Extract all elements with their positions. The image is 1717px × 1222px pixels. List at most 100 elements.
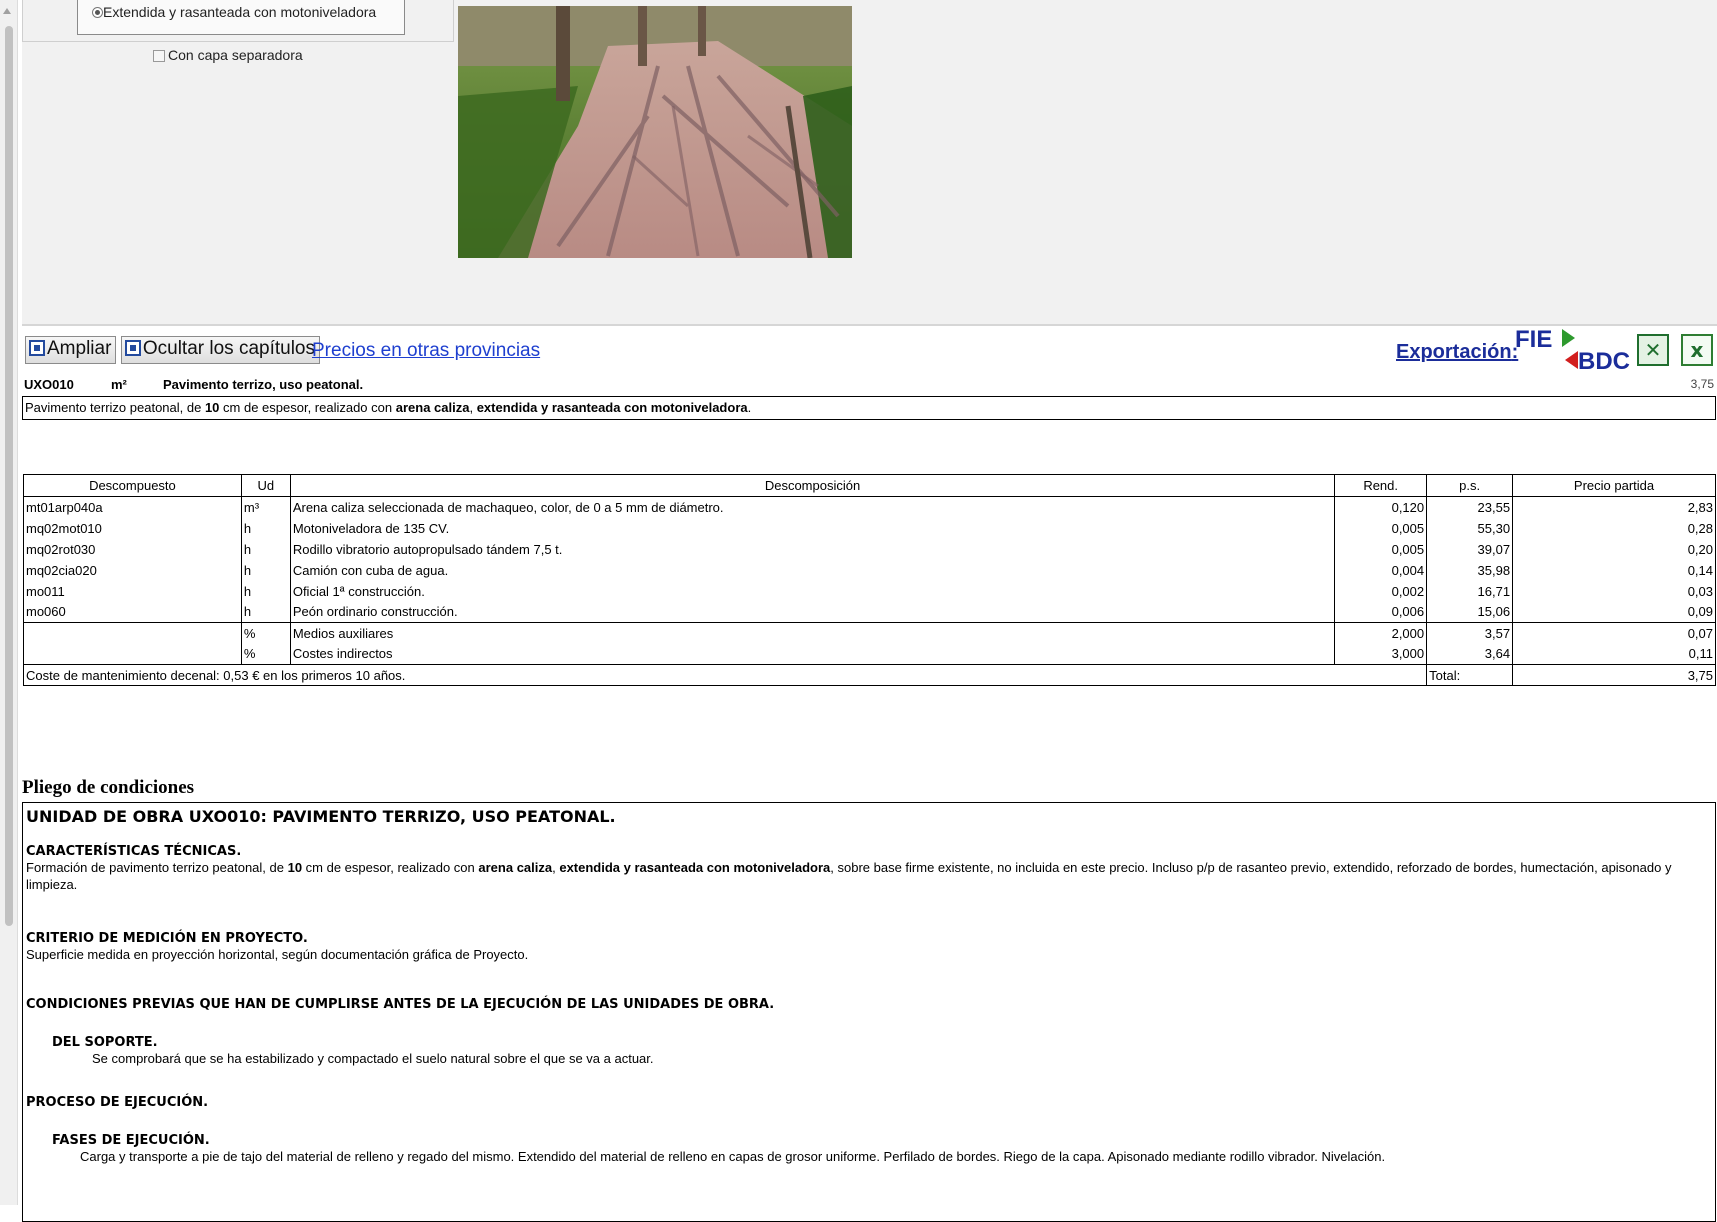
radio-label: Extendida y rasanteada con motonivelador…	[103, 4, 377, 20]
col-descompuesto: Descompuesto	[23, 474, 242, 497]
unit-measure: m²	[111, 377, 127, 392]
bold-fragment: extendida y rasanteada con motonivelador…	[559, 860, 831, 875]
fie-logo-text: FIE	[1515, 326, 1552, 353]
total-label: Total:	[1426, 664, 1514, 686]
phases-text: Carga y transporte a pie de tajo del mat…	[80, 1149, 1386, 1164]
cell-desc: Motoniveladora de 135 CV.	[289, 517, 1336, 539]
cell-price: 0,03	[1512, 580, 1716, 602]
cell-code	[23, 643, 242, 665]
cell-ud: h	[240, 559, 291, 581]
bold-fragment: extendida y rasanteada con motonivelador…	[476, 400, 748, 415]
cell-ud: m³	[240, 496, 291, 518]
cell-price: 0,20	[1512, 538, 1716, 560]
cell-rend: 2,000	[1334, 622, 1428, 644]
cell-code	[23, 622, 242, 644]
unit-header: UXO010 m² Pavimento terrizo, uso peatona…	[24, 377, 1716, 395]
checkbox-label: Con capa separadora	[168, 47, 303, 63]
text-fragment: Formación de pavimento terrizo peatonal,…	[26, 860, 288, 875]
product-photo	[458, 6, 852, 258]
spreadsheet-export-icon[interactable]: x	[1681, 334, 1713, 366]
radio-option-extendida[interactable]: Extendida y rasanteada con motonivelador…	[77, 0, 405, 35]
cell-rend: 0,005	[1334, 538, 1428, 560]
cell-desc: Camión con cuba de agua.	[289, 559, 1336, 581]
checkbox-icon[interactable]	[153, 50, 165, 62]
park-path-image	[458, 6, 852, 258]
tech-text: Formación de pavimento terrizo peatonal,…	[26, 859, 1712, 893]
cell-rend: 0,005	[1334, 517, 1428, 539]
table-row: mo060 h Peón ordinario construcción. 0,006 1…	[23, 601, 1716, 623]
cell-rend: 0,120	[1334, 496, 1428, 518]
col-precio-partida: Precio partida	[1512, 474, 1716, 497]
cell-desc: Costes indirectos	[289, 643, 1336, 665]
cell-desc: Oficial 1ª construcción.	[289, 580, 1336, 602]
precios-otras-provincias-link[interactable]: Precios en otras provincias	[312, 340, 540, 362]
cell-ps: 16,71	[1426, 580, 1514, 602]
cell-code: mo011	[23, 580, 242, 602]
cell-desc: Peón ordinario construcción.	[289, 601, 1336, 623]
checkbox-capa-separadora[interactable]: Con capa separadora	[153, 47, 303, 63]
cell-ud: %	[240, 622, 291, 644]
text-fragment: cm de espesor, realizado con	[302, 860, 479, 875]
cell-code: mq02rot030	[23, 538, 242, 560]
ampliar-button[interactable]: Ampliar	[25, 336, 117, 364]
cell-ps: 39,07	[1426, 538, 1514, 560]
bold-fragment: 10	[287, 860, 303, 875]
toolbar: Ampliar Ocultar los capítulos	[25, 336, 320, 364]
table-row: % Costes indirectos 3,000 3,64 0,11	[23, 643, 1716, 665]
ampliar-label: Ampliar	[47, 338, 112, 359]
col-ps: p.s.	[1426, 474, 1514, 497]
cell-ud: h	[240, 538, 291, 560]
bold-fragment: 10	[204, 400, 220, 415]
cell-code: mo060	[23, 601, 242, 623]
unit-code: UXO010	[24, 377, 74, 392]
ocultar-capitulos-button[interactable]: Ocultar los capítulos	[120, 336, 320, 364]
text-fragment: Pavimento terrizo peatonal, de	[25, 400, 205, 415]
cell-price: 0,11	[1512, 643, 1716, 665]
cell-code: mq02cia020	[23, 559, 242, 581]
cell-rend: 0,004	[1334, 559, 1428, 581]
cell-price: 2,83	[1512, 496, 1716, 518]
excel-export-icon[interactable]: ✕	[1637, 334, 1669, 366]
cell-ps: 23,55	[1426, 496, 1514, 518]
table-header-row: Descompuesto Ud Descomposición Rend. p.s…	[23, 474, 1716, 497]
unit-price: 3,75	[1690, 377, 1714, 391]
table-row: mo011 h Oficial 1ª construcción. 0,002 16,71…	[23, 580, 1716, 602]
cell-rend: 3,000	[1334, 643, 1428, 665]
bdc-logo-text: BDC	[1578, 348, 1630, 373]
document-icon	[124, 340, 141, 356]
unit-title: Pavimento terrizo, uso peatonal.	[163, 377, 364, 392]
cell-ud: h	[240, 517, 291, 539]
decomposition-table: Descompuesto Ud Descomposición Rend. p.s…	[22, 474, 1716, 686]
measure-text: Superficie medida en proyección horizont…	[26, 947, 529, 962]
fiebdc-export-icon[interactable]: FIE BDC	[1515, 325, 1632, 373]
table-row: % Medios auxiliares 2,000 3,57 0,07	[23, 622, 1716, 644]
text-fragment: ,	[469, 400, 477, 415]
conditions-box: UNIDAD DE OBRA UXO010: PAVIMENTO TERRIZO…	[22, 802, 1716, 1222]
exportacion-link[interactable]: Exportación:	[1396, 341, 1518, 364]
cell-desc: Rodillo vibratorio autopropulsado tándem…	[289, 538, 1336, 560]
cell-ud: h	[240, 601, 291, 623]
cell-desc: Medios auxiliares	[289, 622, 1336, 644]
scroll-up-icon[interactable]	[3, 8, 11, 14]
support-heading: DEL SOPORTE.	[52, 1035, 158, 1050]
scrollbar-thumb[interactable]	[5, 26, 13, 926]
bold-fragment: arena caliza	[478, 860, 553, 875]
text-fragment: .	[747, 400, 752, 415]
table-row: mq02rot030 h Rodillo vibratorio autopropul…	[23, 538, 1716, 560]
ocultar-label: Ocultar los capítulos	[142, 338, 315, 359]
options-box: Extendida y rasanteada con motonivelador…	[22, 0, 454, 42]
cell-ps: 3,57	[1426, 622, 1514, 644]
col-ud: Ud	[240, 474, 291, 497]
conditions-main-heading: UNIDAD DE OBRA UXO010: PAVIMENTO TERRIZO…	[26, 807, 616, 826]
phases-heading: FASES DE EJECUCIÓN.	[52, 1133, 210, 1148]
col-descomposicion: Descomposición	[289, 474, 1336, 497]
cell-code: mt01arp040a	[23, 496, 242, 518]
pliego-title: Pliego de condiciones	[22, 777, 195, 798]
cell-ps: 15,06	[1426, 601, 1514, 623]
cell-ud: h	[240, 580, 291, 602]
cell-code: mq02mot010	[23, 517, 242, 539]
radio-selected-icon[interactable]	[92, 7, 103, 18]
cell-price: 0,14	[1512, 559, 1716, 581]
vertical-scrollbar[interactable]	[0, 0, 18, 1205]
cell-price: 0,07	[1512, 622, 1716, 644]
